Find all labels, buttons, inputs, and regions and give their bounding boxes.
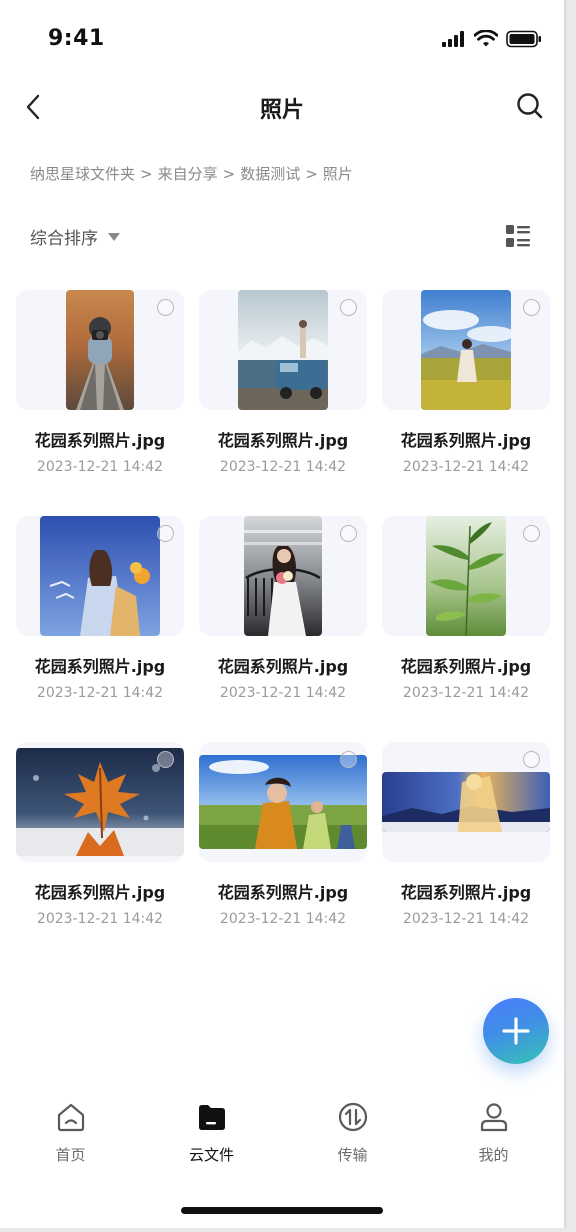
file-item[interactable]: 花园系列照片.jpg 2023-12-21 14:42 [382,516,550,742]
file-name: 花园系列照片.jpg [217,431,349,450]
home-indicator [181,1207,383,1214]
sort-dropdown[interactable]: 综合排序 [30,224,120,249]
plus-icon [502,1017,530,1045]
file-date: 2023-12-21 14:42 [36,459,164,475]
list-view-toggle[interactable] [506,224,530,248]
tab-label: 首页 [55,1146,86,1164]
breadcrumb-separator: > [222,164,236,183]
select-checkbox[interactable] [340,525,357,542]
select-checkbox[interactable] [523,299,540,316]
tab-home[interactable]: 首页 [0,1100,141,1170]
photo-thumbnail [426,516,506,636]
thumbnail-container [199,742,367,862]
file-name: 花园系列照片.jpg [34,657,166,676]
wifi-icon [474,30,498,47]
file-name: 花园系列照片.jpg [400,431,532,450]
breadcrumb-separator: > [305,164,318,183]
status-bar: 9:41 [0,0,564,80]
photo-thumbnail [199,755,367,849]
file-item[interactable]: 花园系列照片.jpg 2023-12-21 14:42 [382,742,550,968]
photo-thumbnail [40,516,160,636]
file-date: 2023-12-21 14:42 [402,685,530,701]
nav-bar: 照片 [0,80,564,136]
file-item[interactable]: 花园系列照片.jpg 2023-12-21 14:42 [382,290,550,516]
file-name: 花园系列照片.jpg [34,883,166,902]
select-checkbox[interactable] [157,751,174,768]
list-view-icon [506,225,530,247]
file-item[interactable]: 花园系列照片.jpg 2023-12-21 14:42 [199,742,367,968]
file-item[interactable]: 花园系列照片.jpg 2023-12-21 14:42 [16,290,184,516]
battery-icon [506,30,541,48]
photo-thumbnail [66,290,134,410]
tab-label: 传输 [337,1146,368,1164]
tab-cloud-files[interactable]: 云文件 [141,1100,282,1170]
tab-label: 我的 [478,1146,509,1164]
add-button[interactable] [483,998,549,1064]
search-icon [517,93,543,119]
breadcrumb: 纳思星球文件夹 > 来自分享 > 数据测试 > 照片 [30,163,353,184]
select-checkbox[interactable] [523,525,540,542]
file-date: 2023-12-21 14:42 [402,911,530,927]
user-icon [477,1100,511,1134]
photo-thumbnail [238,290,328,410]
file-date: 2023-12-21 14:42 [219,459,347,475]
file-date: 2023-12-21 14:42 [219,685,347,701]
photo-thumbnail [244,516,322,636]
thumbnail-container [382,742,550,862]
photo-thumbnail [421,290,511,410]
tab-bar: 首页 云文件 传输 我的 [0,1100,564,1170]
select-checkbox[interactable] [340,751,357,768]
thumbnail-container [382,516,550,636]
tab-transfer[interactable]: 传输 [282,1100,423,1170]
status-time: 9:41 [48,26,105,51]
status-icons [442,30,542,48]
folder-icon [195,1100,229,1134]
phone-screen: 9:41 照片 纳思星球文件夹 > 来自分享 > 数据测试 > 照片 综合排序 … [0,0,566,1228]
thumbnail-container [16,742,184,862]
file-name: 花园系列照片.jpg [400,657,532,676]
transfer-icon [336,1100,370,1134]
file-grid: 花园系列照片.jpg 2023-12-21 14:42 花园系列照片.jpg 2… [16,290,550,968]
caret-down-icon [108,232,120,241]
sort-label: 综合排序 [30,229,98,249]
breadcrumb-item[interactable]: 纳思星球文件夹 [30,163,135,184]
file-date: 2023-12-21 14:42 [402,459,530,475]
thumbnail-container [16,516,184,636]
file-name: 花园系列照片.jpg [217,883,349,902]
select-checkbox[interactable] [340,299,357,316]
breadcrumb-item[interactable]: 数据测试 [240,163,300,184]
breadcrumb-separator: > [140,164,153,183]
file-date: 2023-12-21 14:42 [36,911,164,927]
search-button[interactable] [514,90,546,122]
select-checkbox[interactable] [157,525,174,542]
file-date: 2023-12-21 14:42 [36,685,164,701]
tab-label: 云文件 [188,1146,234,1164]
file-date: 2023-12-21 14:42 [219,911,347,927]
file-name: 花园系列照片.jpg [400,883,532,902]
file-item[interactable]: 花园系列照片.jpg 2023-12-21 14:42 [16,742,184,968]
thumbnail-container [16,290,184,410]
file-name: 花园系列照片.jpg [217,657,349,676]
thumbnail-container [199,516,367,636]
breadcrumb-item-current: 照片 [322,165,353,183]
file-item[interactable]: 花园系列照片.jpg 2023-12-21 14:42 [16,516,184,742]
photo-thumbnail [382,772,550,832]
home-icon [54,1100,88,1134]
breadcrumb-item[interactable]: 来自分享 [158,163,218,184]
signal-icon [442,31,464,47]
page-title: 照片 [259,98,304,123]
select-checkbox[interactable] [157,299,174,316]
file-item[interactable]: 花园系列照片.jpg 2023-12-21 14:42 [199,516,367,742]
thumbnail-container [199,290,367,410]
thumbnail-container [382,290,550,410]
tab-me[interactable]: 我的 [423,1100,564,1170]
select-checkbox[interactable] [523,751,540,768]
file-item[interactable]: 花园系列照片.jpg 2023-12-21 14:42 [199,290,367,516]
file-name: 花园系列照片.jpg [34,431,166,450]
